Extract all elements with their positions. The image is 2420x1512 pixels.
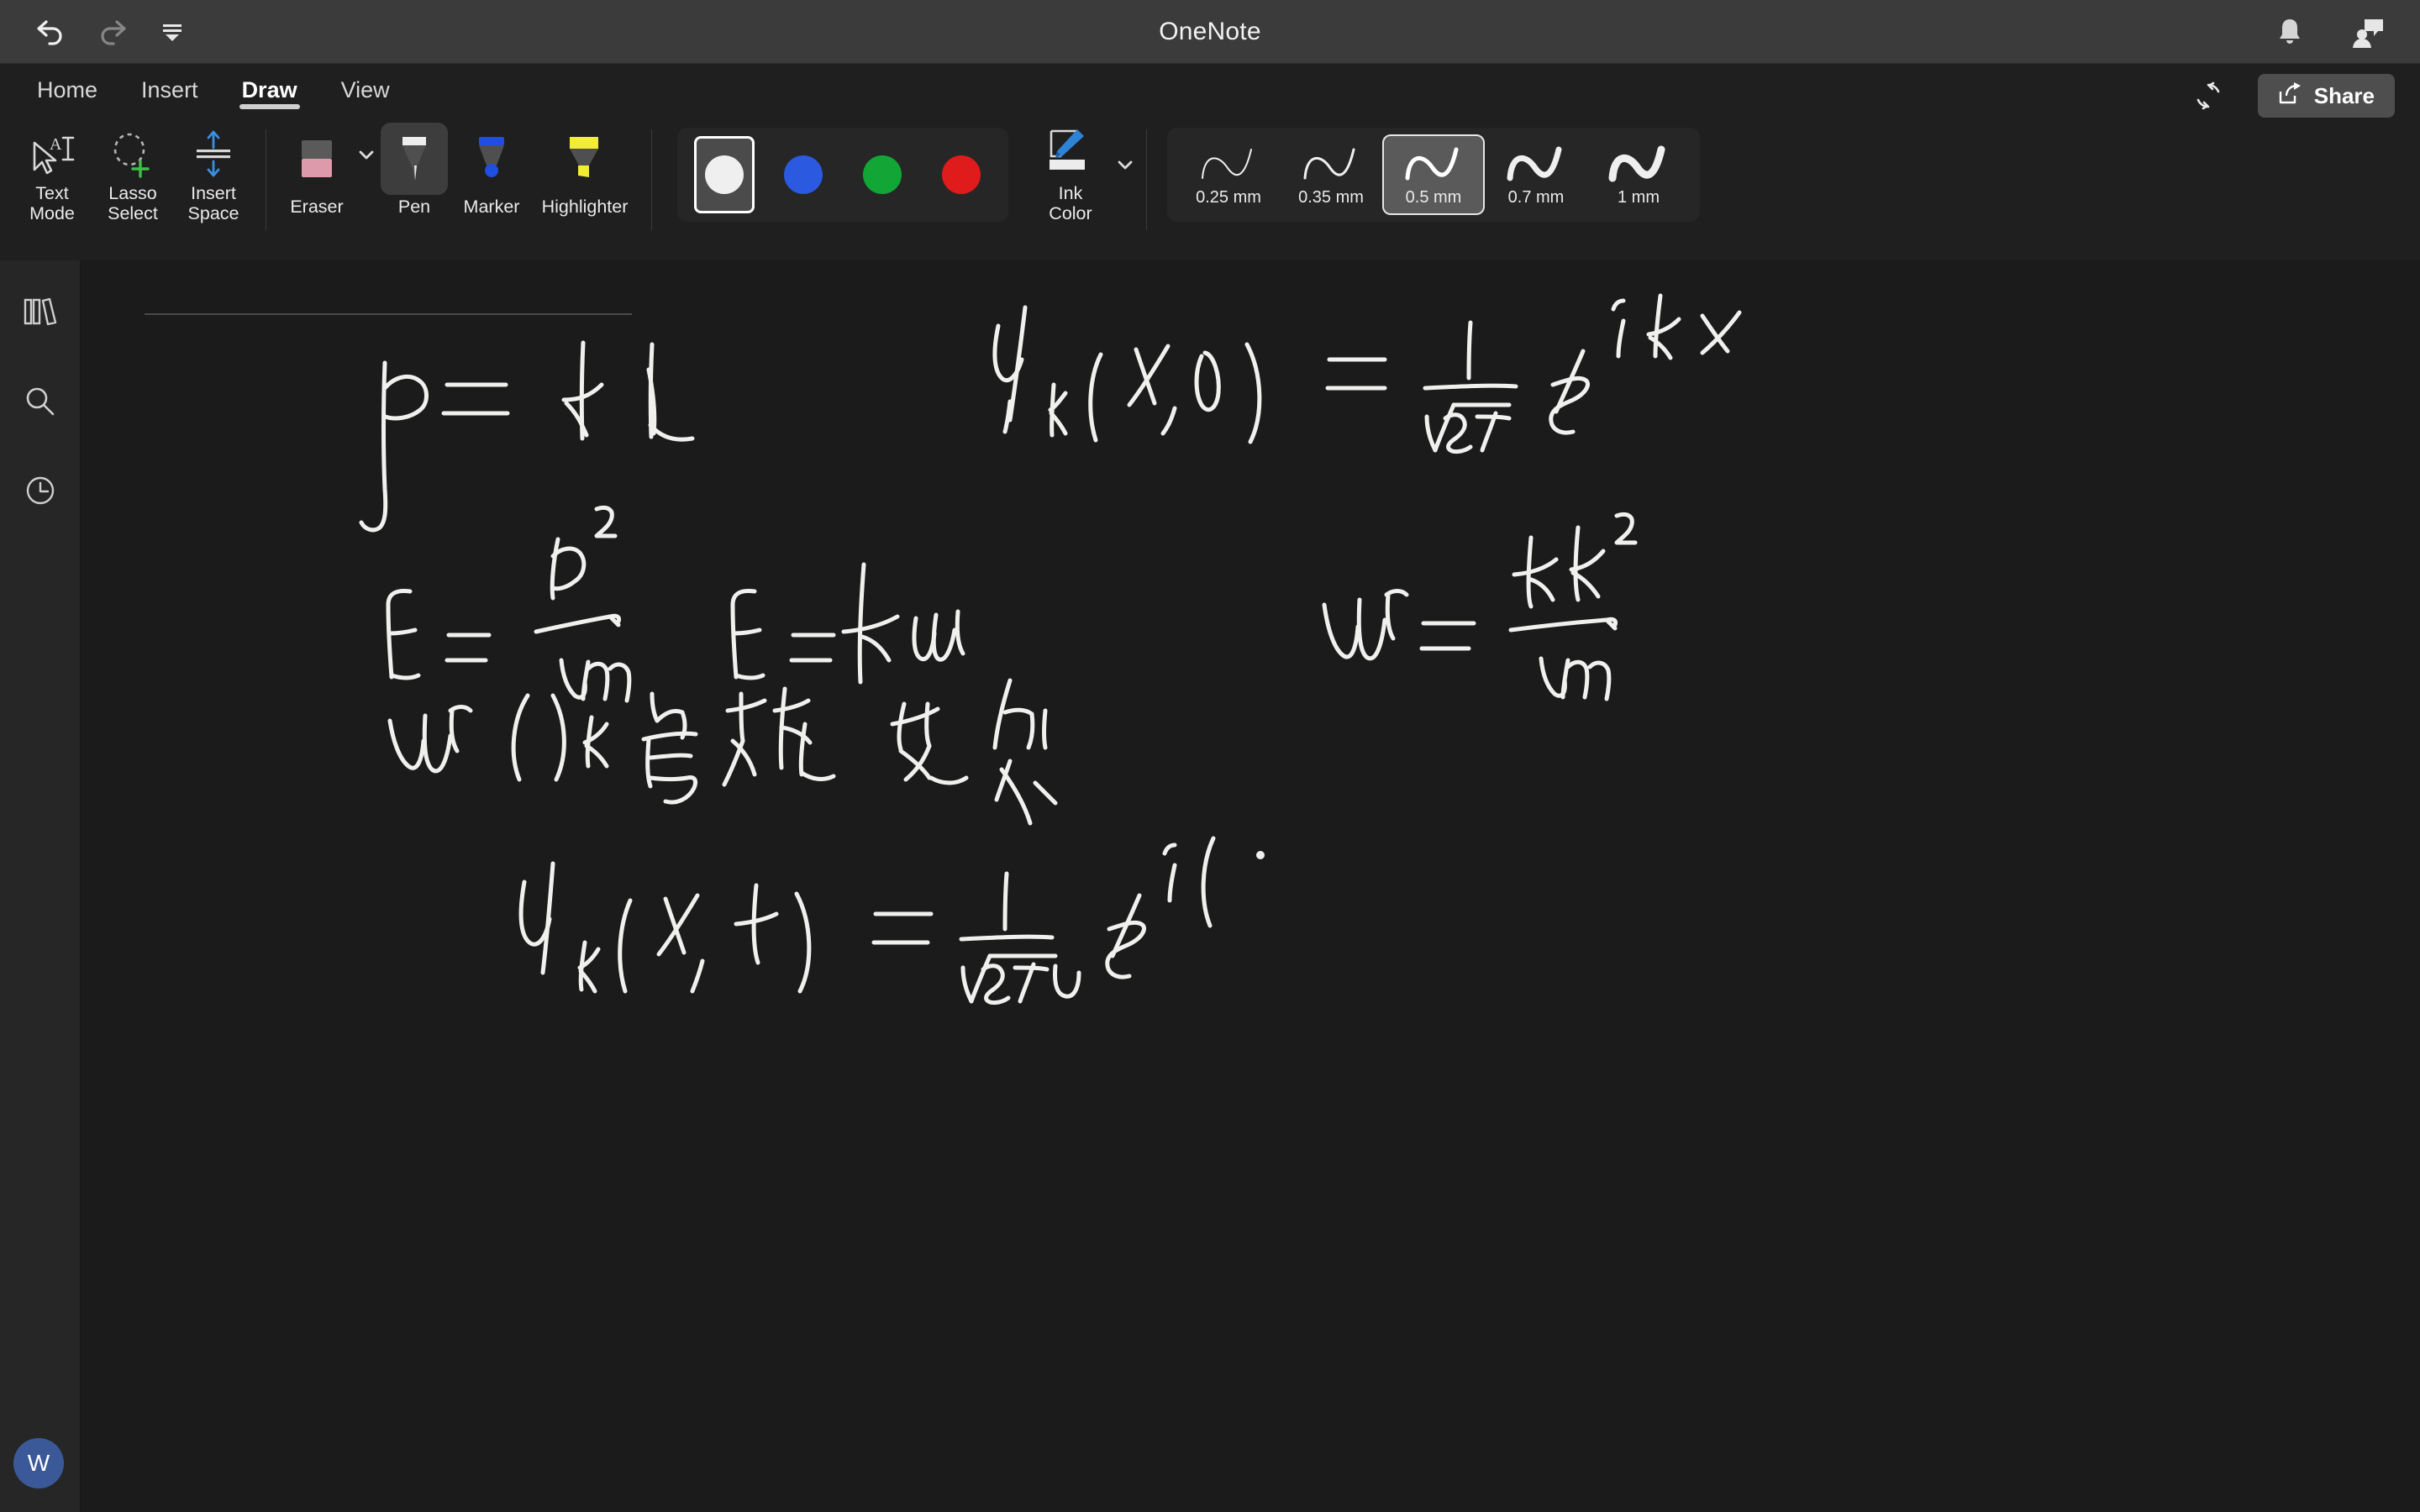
sidebar-item-recent-notes[interactable] bbox=[0, 455, 81, 529]
svg-text:A: A bbox=[50, 135, 62, 154]
insert-space-label: Insert Space bbox=[187, 183, 239, 224]
title-bar: OneNote bbox=[0, 0, 2420, 64]
highlighter-icon bbox=[551, 123, 618, 195]
share-button[interactable]: Share bbox=[2257, 74, 2395, 118]
eraser-control: Eraser bbox=[278, 118, 376, 218]
thickness-label: 0.7 mm bbox=[1507, 187, 1565, 207]
note-canvas[interactable] bbox=[81, 260, 2420, 1512]
notifications-bell-icon[interactable] bbox=[2270, 13, 2309, 51]
sidebar-item-notebooks[interactable] bbox=[0, 277, 81, 351]
marker-button[interactable]: Marker bbox=[453, 118, 530, 218]
stroke-preview-icon bbox=[1295, 143, 1367, 185]
toolbar-divider-3 bbox=[1146, 129, 1147, 230]
tab-view[interactable]: View bbox=[319, 64, 412, 116]
swatch-fill-blue bbox=[784, 155, 823, 194]
ink-color-icon bbox=[1044, 126, 1097, 178]
eraser-chevron-down-icon[interactable] bbox=[357, 148, 376, 165]
swatch-fill-green bbox=[863, 155, 902, 194]
undo-icon[interactable] bbox=[32, 13, 71, 51]
lasso-select-button[interactable]: Lasso Select bbox=[92, 118, 173, 235]
ink-color-button[interactable]: Ink Color bbox=[1030, 118, 1111, 235]
color-palette bbox=[677, 128, 1008, 222]
swatch-fill-red bbox=[942, 155, 981, 194]
ink-color-chevron-down-icon[interactable] bbox=[1116, 158, 1134, 176]
thickness-0-35mm[interactable]: 0.35 mm bbox=[1280, 134, 1382, 215]
recent-notes-icon bbox=[23, 473, 58, 512]
thickness-label: 0.5 mm bbox=[1405, 187, 1462, 207]
search-icon bbox=[23, 384, 58, 423]
color-swatch-blue[interactable] bbox=[773, 136, 834, 213]
ink-eq-energy-hw bbox=[730, 562, 965, 685]
thickness-label: 1 mm bbox=[1618, 187, 1660, 207]
eraser-button[interactable]: Eraser bbox=[278, 118, 355, 218]
insert-space-button[interactable]: Insert Space bbox=[173, 118, 254, 235]
color-swatch-green[interactable] bbox=[852, 136, 913, 213]
user-avatar[interactable]: W bbox=[13, 1438, 64, 1488]
swatch-fill-white bbox=[705, 155, 744, 194]
selection-tools-group: A Text Mode Lasso Select Insert Space bbox=[12, 118, 254, 260]
ink-eq-wavefunction-t bbox=[518, 836, 1265, 1005]
ink-color-label: Ink Color bbox=[1049, 183, 1092, 224]
ink-eq-omega-k bbox=[1322, 512, 1638, 701]
ink-eq-momentum bbox=[359, 340, 695, 533]
chat-person-icon[interactable] bbox=[2349, 13, 2388, 51]
ink-eq-wavefunction-0 bbox=[992, 293, 1742, 454]
pen-label: Pen bbox=[397, 197, 431, 217]
customize-toolbar-icon[interactable] bbox=[153, 13, 192, 51]
window-title: OneNote bbox=[1159, 17, 1261, 45]
ribbon-tabs: Home Insert Draw View bbox=[0, 64, 412, 116]
thickness-label: 0.25 mm bbox=[1196, 187, 1261, 207]
eraser-icon bbox=[283, 123, 350, 195]
thickness-1mm[interactable]: 1 mm bbox=[1587, 134, 1690, 215]
color-swatch-red[interactable] bbox=[931, 136, 992, 213]
stroke-preview-icon bbox=[1192, 143, 1265, 185]
titlebar-left-controls bbox=[0, 13, 192, 51]
share-label: Share bbox=[2313, 82, 2375, 108]
sync-icon[interactable] bbox=[2187, 75, 2229, 117]
stroke-preview-icon bbox=[1500, 143, 1572, 185]
highlighter-label: Highlighter bbox=[541, 197, 629, 217]
notebooks-icon bbox=[22, 296, 59, 333]
share-icon bbox=[2278, 81, 2303, 111]
titlebar-right-controls bbox=[2270, 0, 2388, 64]
text-mode-button[interactable]: A Text Mode bbox=[12, 118, 92, 235]
toolbar-divider-2 bbox=[651, 129, 652, 230]
ink-eq-energy-p2 bbox=[386, 505, 632, 703]
draw-toolstrip: A Text Mode Lasso Select Insert Space Er… bbox=[0, 118, 2420, 260]
ink-note-dispersion bbox=[387, 678, 1058, 826]
ribbon: Home Insert Draw View Share A Text Mode … bbox=[0, 64, 2420, 260]
redo-icon[interactable] bbox=[92, 13, 131, 51]
tab-insert[interactable]: Insert bbox=[119, 64, 220, 116]
handwritten-ink-layer bbox=[359, 293, 1742, 1005]
pen-button[interactable]: Pen bbox=[376, 118, 453, 218]
sidebar-item-search[interactable] bbox=[0, 366, 81, 440]
highlighter-button[interactable]: Highlighter bbox=[530, 118, 639, 218]
text-mode-icon: A bbox=[26, 126, 78, 178]
tab-draw[interactable]: Draw bbox=[220, 64, 319, 116]
pen-icon bbox=[381, 123, 448, 195]
marker-label: Marker bbox=[463, 197, 520, 217]
eraser-label: Eraser bbox=[290, 197, 344, 217]
thickness-0-7mm[interactable]: 0.7 mm bbox=[1485, 134, 1587, 215]
tab-home[interactable]: Home bbox=[15, 64, 119, 116]
stroke-preview-icon bbox=[1602, 143, 1675, 185]
stroke-preview-icon bbox=[1397, 143, 1470, 185]
lasso-select-label: Lasso Select bbox=[108, 183, 158, 224]
thickness-0-25mm[interactable]: 0.25 mm bbox=[1177, 134, 1280, 215]
stroke-thickness-group: 0.25 mm 0.35 mm 0.5 mm 0.7 mm 1 mm bbox=[1167, 128, 1700, 222]
ribbon-right-actions: Share bbox=[2187, 74, 2395, 118]
lasso-select-icon bbox=[107, 126, 159, 178]
pen-tools-group: Eraser Pen Marker Highlighter bbox=[278, 118, 639, 260]
color-swatch-white[interactable] bbox=[694, 136, 755, 213]
avatar-initial: W bbox=[27, 1450, 50, 1476]
thickness-0-5mm[interactable]: 0.5 mm bbox=[1382, 134, 1485, 215]
thickness-label: 0.35 mm bbox=[1298, 187, 1364, 207]
marker-icon bbox=[458, 123, 525, 195]
insert-space-icon bbox=[187, 126, 239, 178]
text-mode-label: Text Mode bbox=[29, 183, 75, 224]
left-sidebar: W bbox=[0, 260, 81, 1512]
